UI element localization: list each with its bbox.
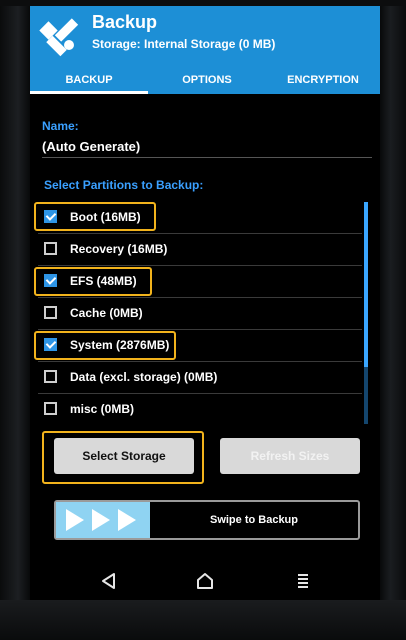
- twrp-logo-icon: [39, 18, 79, 57]
- partition-row-cache[interactable]: Cache (0MB): [30, 298, 362, 330]
- menu-icon[interactable]: [292, 570, 314, 592]
- boot-highlight-box: [34, 202, 156, 231]
- phone-bezel-right: [380, 0, 406, 640]
- partition-row-recovery[interactable]: Recovery (16MB): [30, 234, 362, 266]
- header-bar: Backup Storage: Internal Storage (0 MB) …: [30, 6, 380, 94]
- tab-bar: BACKUP OPTIONS ENCRYPTION: [30, 66, 380, 94]
- phone-bezel-bottom: [0, 600, 406, 640]
- tab-options[interactable]: OPTIONS: [148, 66, 266, 94]
- partition-label: misc (0MB): [70, 402, 135, 416]
- arrow-right-icon: [118, 509, 136, 531]
- swipe-handle[interactable]: [56, 502, 150, 538]
- back-triangle-icon[interactable]: [98, 570, 120, 592]
- select-storage-button[interactable]: Select Storage: [54, 438, 194, 474]
- scroll-thumb[interactable]: [364, 202, 368, 367]
- partition-label: Cache (0MB): [70, 306, 143, 320]
- recovery-checkbox[interactable]: [44, 242, 57, 255]
- arrow-right-icon: [66, 509, 84, 531]
- partition-label: Data (excl. storage) (0MB): [70, 370, 218, 384]
- page-title: Backup: [92, 12, 158, 32]
- arrow-right-icon: [92, 509, 110, 531]
- partition-row-misc[interactable]: misc (0MB): [30, 394, 362, 426]
- efs-highlight-box: [34, 267, 152, 296]
- partition-label: Recovery (16MB): [70, 242, 168, 256]
- swipe-label: Swipe to Backup: [209, 514, 299, 526]
- name-label: Name:: [42, 119, 79, 133]
- home-icon[interactable]: [194, 570, 216, 592]
- tab-encryption[interactable]: ENCRYPTION: [266, 66, 380, 94]
- partitions-label: Select Partitions to Backup:: [44, 178, 204, 192]
- cache-checkbox[interactable]: [44, 306, 57, 319]
- recovery-screen: Backup Storage: Internal Storage (0 MB) …: [30, 6, 380, 600]
- name-field-underline: [42, 157, 372, 158]
- misc-checkbox[interactable]: [44, 402, 57, 415]
- system-highlight-box: [34, 331, 176, 360]
- partition-scrollbar[interactable]: [364, 202, 368, 424]
- swipe-to-backup-slider[interactable]: Swipe to Backup: [54, 500, 360, 540]
- navigation-bar: [30, 562, 380, 600]
- data-checkbox[interactable]: [44, 370, 57, 383]
- partition-row-data[interactable]: Data (excl. storage) (0MB): [30, 362, 362, 394]
- partition-list: Boot (16MB) Recovery (16MB) EFS (48MB) C…: [30, 202, 370, 424]
- backup-name-field[interactable]: (Auto Generate): [42, 139, 140, 154]
- phone-bezel-left: [0, 0, 30, 640]
- storage-subtitle: Storage: Internal Storage (0 MB): [92, 37, 276, 51]
- refresh-sizes-button[interactable]: Refresh Sizes: [220, 438, 360, 474]
- tab-backup[interactable]: BACKUP: [30, 66, 148, 94]
- tab-selected-indicator: [30, 91, 148, 94]
